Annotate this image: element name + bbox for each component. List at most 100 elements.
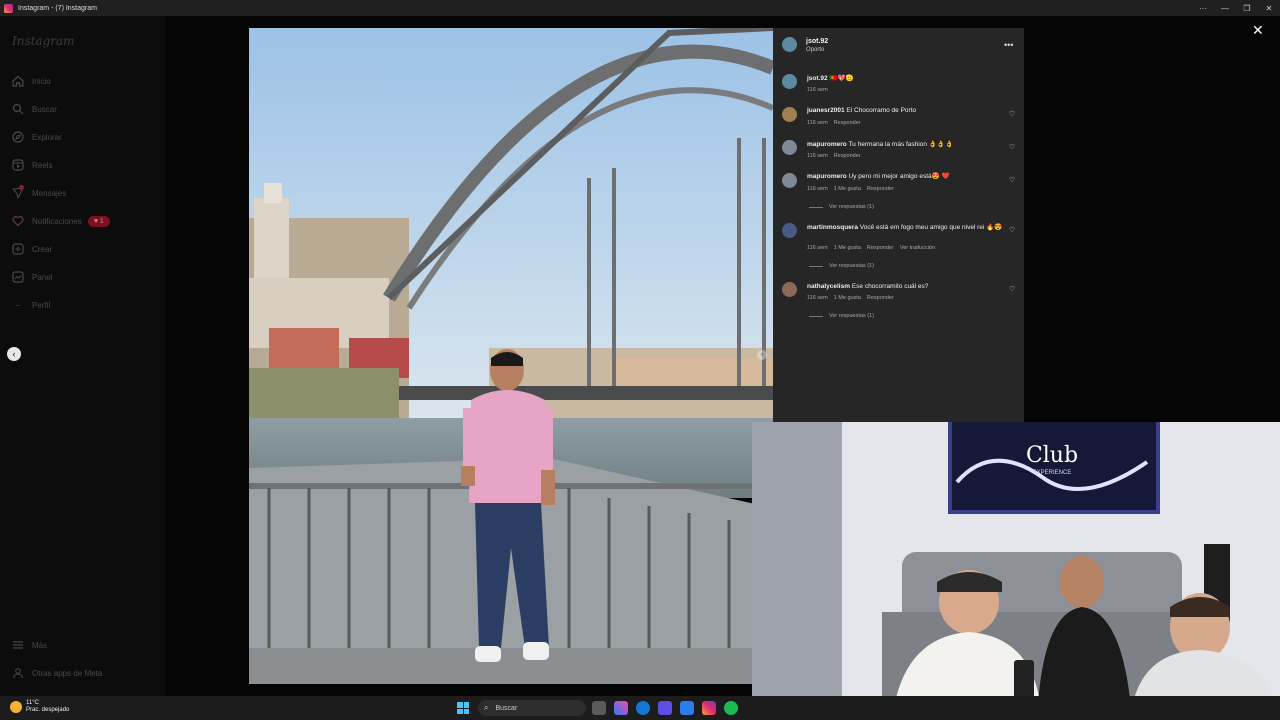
view-replies-button[interactable]: Ver respuestas (1): [809, 263, 874, 269]
avatar[interactable]: [782, 282, 797, 297]
caption-meta: 116 sem: [807, 87, 828, 93]
sidebar-item-label: Reels: [32, 160, 53, 170]
sidebar-item-perfil[interactable]: ··· Perfil: [11, 296, 50, 314]
heart-icon: [11, 215, 24, 228]
dashboard-icon: [11, 271, 24, 284]
sidebar-item-label: Perfil: [32, 300, 51, 310]
comment-text: mapuromero Tu hermana la más fashion 👌👌👌: [807, 141, 954, 148]
restore-icon[interactable]: ❐: [1236, 0, 1258, 16]
comment-meta: 116 sem 1 Me gusta Responder: [807, 186, 894, 192]
like-comment-icon[interactable]: ♡: [1009, 176, 1015, 184]
like-comment-icon[interactable]: ♡: [1009, 226, 1015, 234]
like-comment-icon[interactable]: ♡: [1009, 285, 1015, 293]
taskbar-search[interactable]: ⌕ Buscar: [478, 700, 586, 716]
webcam-overlay: Club EXPERIENCE: [752, 422, 1280, 720]
post-username[interactable]: jsot.92: [806, 37, 828, 46]
sidebar-item-buscar[interactable]: Buscar: [11, 100, 57, 118]
reels-icon: [11, 159, 24, 172]
instagram-taskbar-icon[interactable]: [702, 701, 716, 715]
instagram-logo[interactable]: Instagram: [12, 34, 75, 48]
comment-text: martinmosquera Você está em fogo meu ami…: [807, 224, 1003, 231]
messenger-icon: [11, 184, 24, 200]
start-button[interactable]: [457, 702, 469, 714]
comment-meta: 116 sem Responder: [807, 120, 861, 126]
sidebar-item-label: Buscar: [32, 104, 57, 114]
task-view-icon[interactable]: [592, 701, 606, 715]
translate-button[interactable]: Ver traducción: [900, 245, 935, 251]
window-title: Instagram - (7) Instagram: [18, 4, 97, 12]
chevron-left-icon: ‹: [12, 349, 16, 359]
comment-meta: 116 sem 1 Me gusta Responder: [807, 295, 894, 301]
likes-count[interactable]: 1 Me gusta: [834, 186, 861, 192]
sidebar-item-label: Explorar: [32, 132, 62, 142]
reply-button[interactable]: Responder: [834, 153, 861, 159]
previous-post-button[interactable]: ‹: [7, 347, 21, 361]
menu-icon: [11, 639, 24, 652]
comments-panel: jsot.92 Oporto ••• jsot.92 🇵🇹💖🫡 116 sem …: [773, 28, 1024, 423]
minimize-icon[interactable]: —: [1214, 0, 1236, 16]
more-options-icon[interactable]: ···: [1192, 0, 1214, 16]
webcam-illustration: Club EXPERIENCE: [752, 422, 1280, 720]
likes-count[interactable]: 1 Me gusta: [834, 245, 861, 251]
avatar[interactable]: [782, 74, 797, 89]
reply-button[interactable]: Responder: [867, 295, 894, 301]
post-image[interactable]: ›: [249, 28, 773, 684]
taskbar-apps: [592, 701, 746, 715]
avatar[interactable]: [782, 140, 797, 155]
window-titlebar: Instagram - (7) Instagram ··· — ❐ ✕: [0, 0, 1280, 16]
avatar[interactable]: [782, 37, 797, 52]
close-icon: ✕: [1252, 22, 1264, 38]
outlook-icon[interactable]: [680, 701, 694, 715]
weather-desc: Prac. despejado: [26, 707, 70, 713]
sidebar-item-panel[interactable]: Panel: [11, 268, 52, 286]
more-options-icon[interactable]: •••: [1004, 40, 1013, 50]
sidebar-item-mensajes[interactable]: Mensajes: [11, 184, 66, 202]
sidebar-item-mas[interactable]: Más: [11, 636, 47, 654]
sidebar: Instagram Inicio Buscar Explorar Reels M…: [0, 16, 165, 696]
meta-apps-icon: [11, 667, 24, 680]
reply-button[interactable]: Responder: [867, 186, 894, 192]
compass-icon: [11, 131, 24, 144]
copilot-icon[interactable]: [614, 701, 628, 715]
unread-dot: [19, 184, 24, 190]
weather-widget[interactable]: 11°C Prac. despejado: [10, 700, 69, 714]
close-modal-button[interactable]: ✕: [1252, 22, 1264, 39]
avatar[interactable]: [782, 223, 797, 238]
view-replies-button[interactable]: Ver respuestas (1): [809, 204, 874, 210]
close-window-icon[interactable]: ✕: [1258, 0, 1280, 16]
sidebar-item-inicio[interactable]: Inicio: [11, 72, 51, 90]
post-location[interactable]: Oporto: [806, 46, 828, 55]
neon-sign-subtext: EXPERIENCE: [1033, 470, 1072, 476]
search-icon: ⌕: [484, 703, 489, 712]
comment-meta: 116 sem 1 Me gusta Responder Ver traducción: [807, 245, 935, 251]
window-controls: ··· — ❐ ✕: [1192, 0, 1280, 16]
comment-text: nathalycelism Ese chocorramito cuál es?: [807, 283, 929, 290]
neon-sign-text: Club: [1026, 443, 1078, 468]
likes-count[interactable]: 1 Me gusta: [834, 295, 861, 301]
notification-badge: ♥ 1: [87, 215, 110, 227]
reply-button[interactable]: Responder: [867, 245, 894, 251]
sidebar-item-reels[interactable]: Reels: [11, 156, 52, 174]
edge-icon[interactable]: [636, 701, 650, 715]
taskbar-search-label: Buscar: [495, 704, 518, 712]
like-comment-icon[interactable]: ♡: [1009, 110, 1015, 118]
sidebar-item-label: Más: [32, 640, 48, 650]
avatar[interactable]: [782, 173, 797, 188]
post-header: jsot.92 Oporto •••: [773, 28, 1024, 60]
app-icon[interactable]: [658, 701, 672, 715]
sidebar-item-notificaciones[interactable]: Notificaciones ♥ 1: [11, 212, 110, 230]
weather-sun-icon: [10, 701, 22, 713]
profile-icon: ···: [15, 300, 21, 310]
avatar[interactable]: [782, 107, 797, 122]
sidebar-item-meta-apps[interactable]: Otras apps de Meta: [11, 664, 102, 682]
post-photo-illustration: [249, 28, 773, 684]
sidebar-item-crear[interactable]: Crear: [11, 240, 52, 258]
view-replies-button[interactable]: Ver respuestas (1): [809, 313, 874, 319]
sidebar-item-explorar[interactable]: Explorar: [11, 128, 62, 146]
comment-meta: 116 sem Responder: [807, 153, 861, 159]
next-image-button[interactable]: ›: [757, 350, 767, 360]
plus-square-icon: [11, 243, 24, 256]
reply-button[interactable]: Responder: [834, 120, 861, 126]
spotify-icon[interactable]: [724, 701, 738, 715]
like-comment-icon[interactable]: ♡: [1009, 143, 1015, 151]
